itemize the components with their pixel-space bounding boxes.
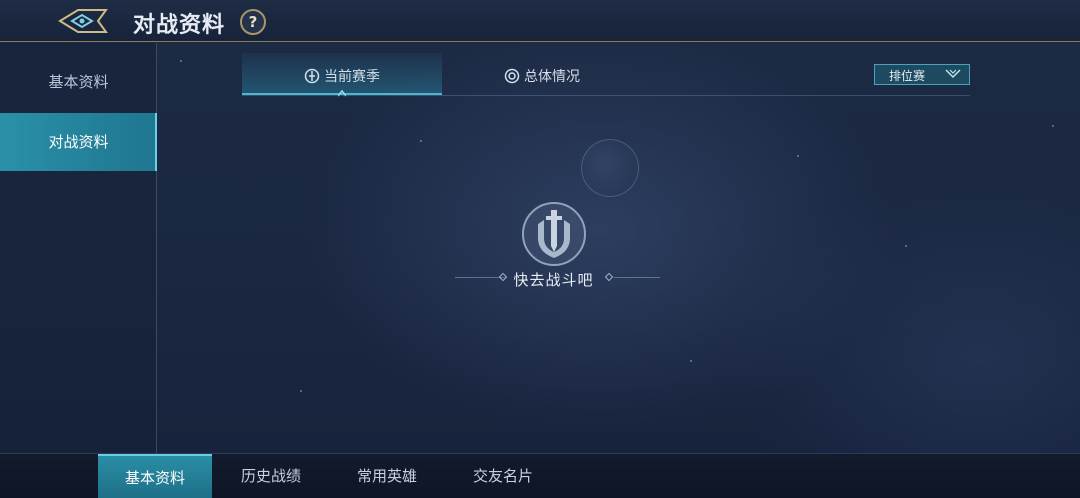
bottom-nav: 基本资料 历史战绩 常用英雄 交友名片 [0, 453, 1080, 498]
help-button[interactable]: ? [240, 9, 266, 35]
bottom-tab-friend-card[interactable]: 交友名片 [446, 454, 560, 498]
background-star [420, 140, 422, 142]
page-title: 对战资料 [133, 13, 226, 38]
bottom-tab-match-history[interactable]: 历史战绩 [214, 454, 328, 498]
tab-current-season[interactable]: 当前赛季 [242, 53, 442, 97]
mode-select-dropdown[interactable]: 排位赛 [874, 64, 970, 85]
tab-current-season-label: 当前赛季 [324, 69, 380, 85]
background-star [797, 155, 799, 157]
background-star [1052, 125, 1054, 127]
background-star [300, 390, 302, 392]
tab-divider [242, 95, 970, 96]
background-star [690, 360, 692, 362]
decorative-planet [581, 139, 639, 197]
overview-icon [504, 68, 520, 84]
header-bar: 对战资料 ? [0, 0, 1080, 42]
tab-overview[interactable]: 总体情况 [442, 53, 642, 95]
sidebar-item-battle-data[interactable]: 对战资料 [0, 113, 157, 171]
tab-overview-label: 总体情况 [524, 69, 580, 85]
season-icon [304, 68, 320, 84]
background-star [905, 245, 907, 247]
sword-shield-icon [522, 202, 586, 266]
bottom-tab-basic-info[interactable]: 基本资料 [98, 454, 212, 498]
sidebar: 基本资料 对战资料 [0, 43, 157, 453]
chevron-down-icon [945, 69, 961, 79]
back-button[interactable] [58, 7, 110, 35]
empty-state-message: 快去战斗吧 [513, 271, 594, 289]
mode-select-value: 排位赛 [889, 69, 926, 83]
bottom-tab-common-heroes[interactable]: 常用英雄 [330, 454, 444, 498]
back-arrow-icon [58, 9, 108, 33]
background-star [180, 60, 182, 62]
sidebar-item-basic-info[interactable]: 基本资料 [0, 53, 157, 111]
